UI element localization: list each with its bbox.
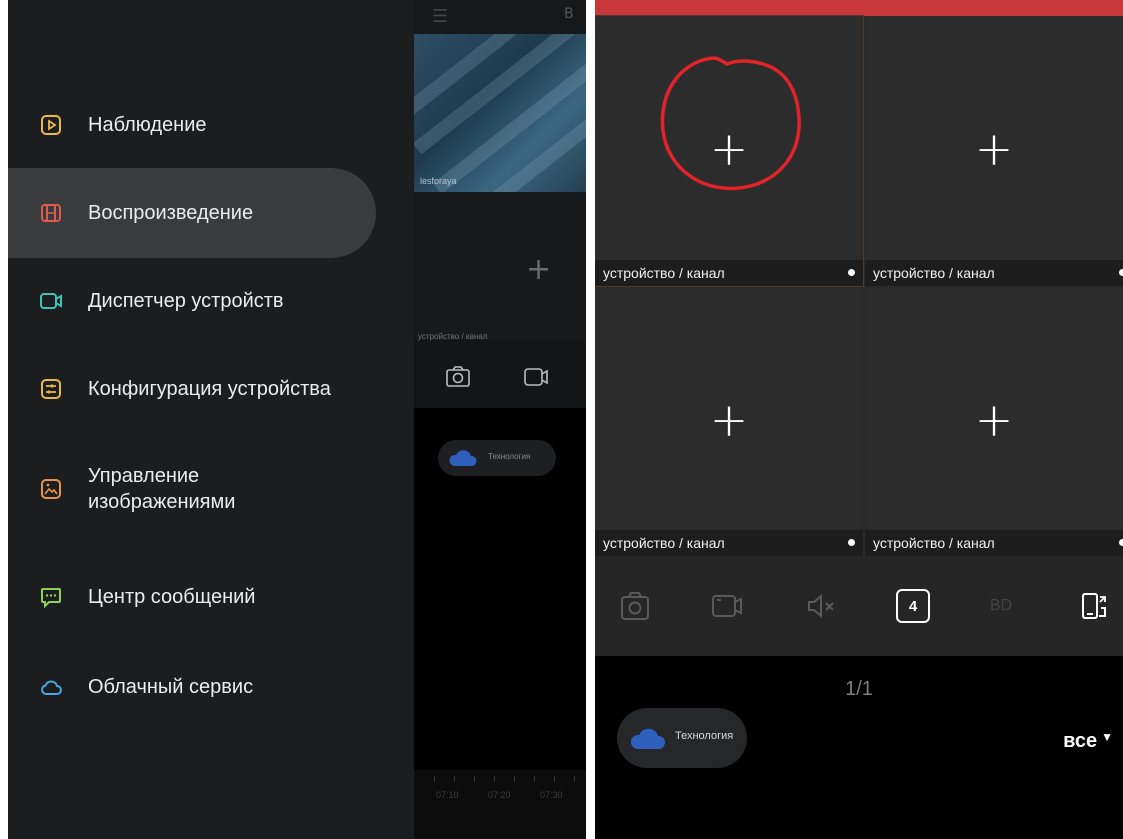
status-dot-icon [1119,539,1123,546]
menu-item-label: Облачный сервис [88,676,254,698]
cell-label: устройство / канал [603,265,725,281]
cloud-icon [40,676,62,698]
cloud-avatar-icon [630,728,666,749]
filter-label: все [1063,730,1098,752]
cell-label-bar: устройство / канал [595,260,863,286]
layout-button[interactable]: 4 [893,586,933,626]
chip-label: Технология [675,730,734,742]
menu-item-device-config[interactable]: Конфигурация устройства [8,344,376,434]
cell-label: устройство / канал [418,332,488,341]
cloud-avatar-icon [449,450,477,466]
quality-button[interactable]: BD [981,586,1021,626]
timeline-label: 07:10 [436,790,459,800]
timeline-label: 07:30 [540,790,563,800]
left-screenshot: Наблюдение Воспроизведение Диспетчер уст… [8,0,586,839]
thumbnail-label: lesforaya [420,176,457,186]
menu-item-image-management[interactable]: Управление изображениями [8,444,376,534]
menu-item-label: Наблюдение [88,114,207,136]
status-dot-icon [848,269,855,276]
video-cell[interactable]: + устройство / канал [865,16,1123,286]
cell-label: устройство / канал [873,265,995,281]
video-cell[interactable]: + устройство / канал [595,15,864,287]
menu-item-message-center[interactable]: Центр сообщений [8,552,376,642]
cell-label-bar: устройство / канал [865,260,1123,286]
menu-item-surveillance[interactable]: Наблюдение [8,80,376,170]
page-indicator: 1/1 [845,678,873,700]
add-channel-icon[interactable]: + [710,397,749,443]
image-icon [40,478,62,500]
menu-icon[interactable]: ☰ [432,6,448,27]
video-grid: + устройство / канал + устройство / кана… [595,15,1123,556]
background-header: ☰ В [414,0,586,34]
group-chip[interactable]: Технология [438,440,556,476]
message-icon [40,586,62,608]
add-channel-icon[interactable]: + [975,397,1014,443]
cell-label: устройство / канал [873,535,995,551]
record-icon[interactable] [522,364,550,390]
group-chip[interactable]: Технология [617,708,747,768]
menu-item-label: Управление изображениями [88,465,236,513]
film-icon [40,202,62,224]
record-icon[interactable] [707,586,747,626]
background-app-view: ☰ В lesforaya + устройство / канал Техно… [414,0,586,839]
cell-label-bar: устройство / канал [595,530,863,556]
mute-icon[interactable] [801,586,841,626]
filter-dropdown[interactable]: все ▼ [1063,730,1113,753]
bottom-panel: 1/1 Технология все ▼ [595,656,1123,839]
play-square-icon [40,114,62,136]
video-cell[interactable]: + устройство / канал [865,288,1123,556]
camera-thumbnail[interactable]: lesforaya [414,34,586,192]
layout-count: 4 [896,589,930,623]
plus-icon[interactable]: + [526,252,551,287]
menu-item-label: Диспетчер устройств [88,290,284,312]
status-dot-icon [1119,269,1123,276]
cell-label-bar: устройство / канал [865,530,1123,556]
add-channel-icon[interactable]: + [975,126,1014,172]
camera-icon [40,290,62,312]
caret-down-icon: ▼ [1101,730,1113,744]
snapshot-icon[interactable] [444,364,472,390]
rotate-screen-icon[interactable] [1073,586,1113,626]
snapshot-icon[interactable] [615,586,655,626]
add-channel-icon[interactable]: + [710,126,749,172]
menu-item-label: Воспроизведение [88,202,254,224]
sliders-icon [40,378,62,400]
empty-video-cell[interactable] [414,192,586,340]
menu-item-label: Центр сообщений [88,586,256,608]
status-dot-icon [848,539,855,546]
background-title: В [564,6,574,22]
timeline-label: 07:20 [488,790,511,800]
menu-item-device-manager[interactable]: Диспетчер устройств [8,256,376,346]
menu-item-playback[interactable]: Воспроизведение [8,168,376,258]
menu-item-label: Конфигурация устройства [88,378,331,400]
quality-label: BD [989,597,1013,614]
top-status-strip [595,0,1123,16]
control-toolbar: 4 BD [595,556,1123,656]
timeline[interactable]: 07:10 07:20 07:30 [414,770,586,839]
right-screenshot: + устройство / канал + устройство / кана… [595,0,1123,839]
menu-item-cloud-service[interactable]: Облачный сервис [8,642,376,732]
navigation-drawer: Наблюдение Воспроизведение Диспетчер уст… [8,0,414,839]
chip-label: Технология [488,452,531,461]
video-cell[interactable]: + устройство / канал [595,288,863,556]
cell-label: устройство / канал [603,535,725,551]
